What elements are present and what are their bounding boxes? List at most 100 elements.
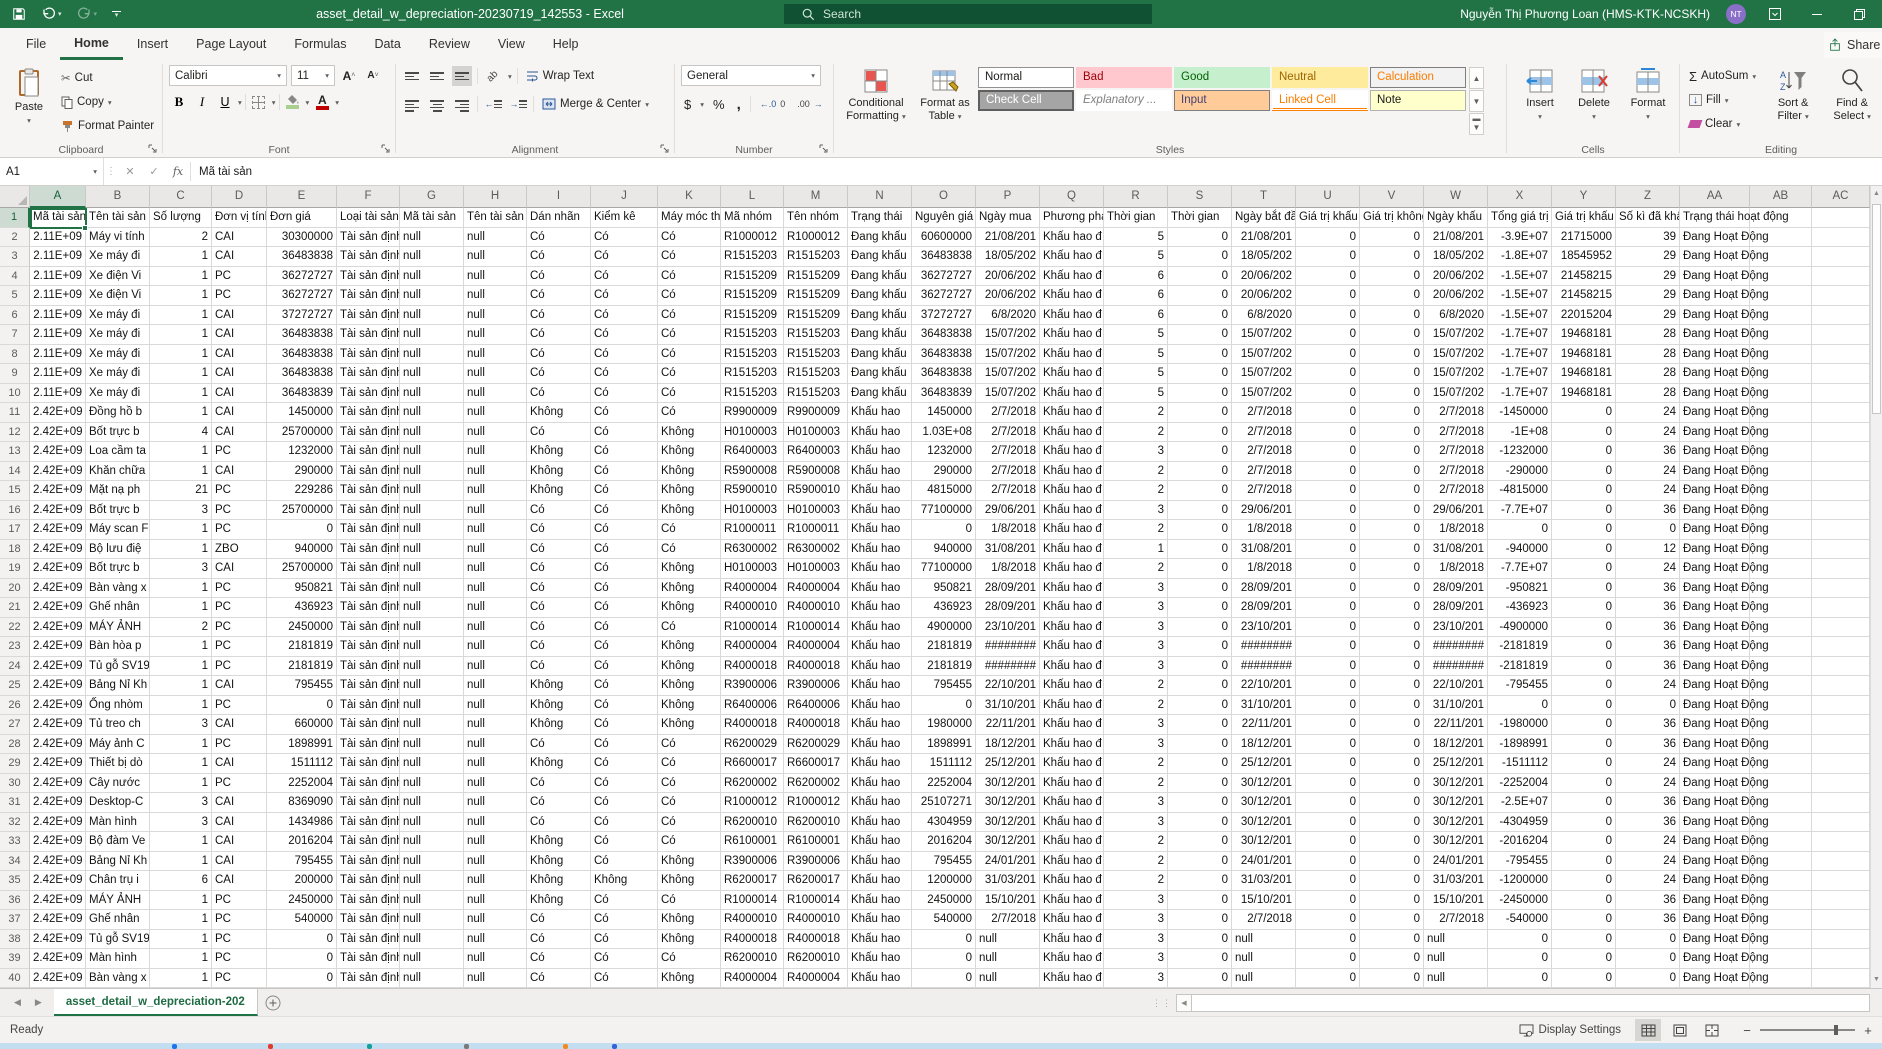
cell-R38[interactable]: 3: [1104, 930, 1168, 950]
cell-Z9[interactable]: 28: [1616, 364, 1680, 384]
cell-O6[interactable]: 37272727: [912, 306, 976, 326]
clipboard-dialog-launcher[interactable]: [148, 144, 158, 154]
cell-T13[interactable]: 2/7/2018: [1232, 442, 1296, 462]
user-name[interactable]: Nguyễn Thị Phương Loan (HMS-KTK-NCSKH): [1460, 7, 1710, 21]
cell-I22[interactable]: Có: [527, 618, 591, 638]
cell-R31[interactable]: 3: [1104, 793, 1168, 813]
cell-W21[interactable]: 28/09/201: [1424, 598, 1488, 618]
cell-G19[interactable]: null: [400, 559, 464, 579]
formula-input[interactable]: Mã tài sản: [191, 158, 1882, 185]
cell-G37[interactable]: null: [400, 910, 464, 930]
cell-B40[interactable]: Bàn vàng x: [86, 969, 150, 989]
cell-O9[interactable]: 36483838: [912, 364, 976, 384]
cell-E29[interactable]: 1511112: [267, 754, 337, 774]
cell-E12[interactable]: 25700000: [267, 423, 337, 443]
cell-F30[interactable]: Tài sản định: [337, 774, 400, 794]
cell-D15[interactable]: PC: [212, 481, 267, 501]
cell-C29[interactable]: 1: [150, 754, 212, 774]
cell-AA40[interactable]: Đang Hoạt Động: [1680, 969, 1750, 989]
cell-R7[interactable]: 5: [1104, 325, 1168, 345]
cell-C17[interactable]: 1: [150, 520, 212, 540]
cell-H5[interactable]: null: [464, 286, 527, 306]
cell-Q23[interactable]: Khấu hao đ: [1040, 637, 1104, 657]
cell-G21[interactable]: null: [400, 598, 464, 618]
cell-F1[interactable]: Loại tài sản: [337, 208, 400, 228]
cell-D8[interactable]: CAI: [212, 345, 267, 365]
cell-H36[interactable]: null: [464, 891, 527, 911]
cell-H19[interactable]: null: [464, 559, 527, 579]
cell-O15[interactable]: 4815000: [912, 481, 976, 501]
italic-button[interactable]: I: [192, 92, 212, 112]
cell-Q34[interactable]: Khấu hao đ: [1040, 852, 1104, 872]
cell-C16[interactable]: 3: [150, 501, 212, 521]
cell-H33[interactable]: null: [464, 832, 527, 852]
cell-O18[interactable]: 940000: [912, 540, 976, 560]
cell-B1[interactable]: Tên tài sản: [86, 208, 150, 228]
cell-AA22[interactable]: Đang Hoạt Động: [1680, 618, 1750, 638]
cell-D24[interactable]: PC: [212, 657, 267, 677]
vertical-scrollbar[interactable]: ▲ ▼: [1870, 186, 1882, 988]
cell-E17[interactable]: 0: [267, 520, 337, 540]
row-header-31[interactable]: 31: [0, 793, 30, 813]
cell-J1[interactable]: Kiểm kê: [591, 208, 658, 228]
cell-I33[interactable]: Không: [527, 832, 591, 852]
cell-Q24[interactable]: Khấu hao đ: [1040, 657, 1104, 677]
cell-E22[interactable]: 2450000: [267, 618, 337, 638]
cell-J35[interactable]: Không: [591, 871, 658, 891]
cell-Z22[interactable]: 36: [1616, 618, 1680, 638]
cell-D17[interactable]: PC: [212, 520, 267, 540]
column-header-D[interactable]: D: [212, 186, 267, 208]
cell-AC27[interactable]: [1812, 715, 1870, 735]
cell-H15[interactable]: null: [464, 481, 527, 501]
cell-T24[interactable]: ########: [1232, 657, 1296, 677]
cell-V16[interactable]: 0: [1360, 501, 1424, 521]
cell-O17[interactable]: 0: [912, 520, 976, 540]
cell-A7[interactable]: 2.11E+09: [30, 325, 86, 345]
cell-N13[interactable]: Khấu hao: [848, 442, 912, 462]
cell-F23[interactable]: Tài sản định: [337, 637, 400, 657]
cell-P34[interactable]: 24/01/201: [976, 852, 1040, 872]
avatar[interactable]: NT: [1726, 4, 1746, 24]
cell-R27[interactable]: 3: [1104, 715, 1168, 735]
cell-Y27[interactable]: 0: [1552, 715, 1616, 735]
cell-Z15[interactable]: 24: [1616, 481, 1680, 501]
cell-G1[interactable]: Mã tài sản: [400, 208, 464, 228]
restore-button[interactable]: [1846, 0, 1872, 28]
cell-P30[interactable]: 30/12/201: [976, 774, 1040, 794]
row-header-2[interactable]: 2: [0, 228, 30, 248]
cell-Y20[interactable]: 0: [1552, 579, 1616, 599]
cell-M15[interactable]: R5900010: [784, 481, 848, 501]
cell-L31[interactable]: R1000012: [721, 793, 784, 813]
cell-H18[interactable]: null: [464, 540, 527, 560]
cell-D14[interactable]: CAI: [212, 462, 267, 482]
cell-Y19[interactable]: 0: [1552, 559, 1616, 579]
cell-D35[interactable]: CAI: [212, 871, 267, 891]
cell-T4[interactable]: 20/06/202: [1232, 267, 1296, 287]
cell-H2[interactable]: null: [464, 228, 527, 248]
cell-AC33[interactable]: [1812, 832, 1870, 852]
cell-U8[interactable]: 0: [1296, 345, 1360, 365]
cell-Z14[interactable]: 24: [1616, 462, 1680, 482]
cell-L2[interactable]: R1000012: [721, 228, 784, 248]
row-header-27[interactable]: 27: [0, 715, 30, 735]
cell-P40[interactable]: null: [976, 969, 1040, 989]
cell-AA38[interactable]: Đang Hoạt Động: [1680, 930, 1750, 950]
cell-B17[interactable]: Máy scan F: [86, 520, 150, 540]
cell-K33[interactable]: Có: [658, 832, 721, 852]
cell-L35[interactable]: R6200017: [721, 871, 784, 891]
cell-L12[interactable]: H0100003: [721, 423, 784, 443]
cell-N25[interactable]: Khấu hao: [848, 676, 912, 696]
row-header-37[interactable]: 37: [0, 910, 30, 930]
cell-AA5[interactable]: Đang Hoạt Động: [1680, 286, 1750, 306]
cell-A34[interactable]: 2.42E+09: [30, 852, 86, 872]
cell-Z6[interactable]: 29: [1616, 306, 1680, 326]
cell-O29[interactable]: 1511112: [912, 754, 976, 774]
cell-M32[interactable]: R6200010: [784, 813, 848, 833]
cell-N10[interactable]: Đang khấu: [848, 384, 912, 404]
cell-J27[interactable]: Có: [591, 715, 658, 735]
cell-B26[interactable]: Ống nhòm: [86, 696, 150, 716]
cell-N36[interactable]: Khấu hao: [848, 891, 912, 911]
cell-C25[interactable]: 1: [150, 676, 212, 696]
cell-AC39[interactable]: [1812, 949, 1870, 969]
cell-P39[interactable]: null: [976, 949, 1040, 969]
